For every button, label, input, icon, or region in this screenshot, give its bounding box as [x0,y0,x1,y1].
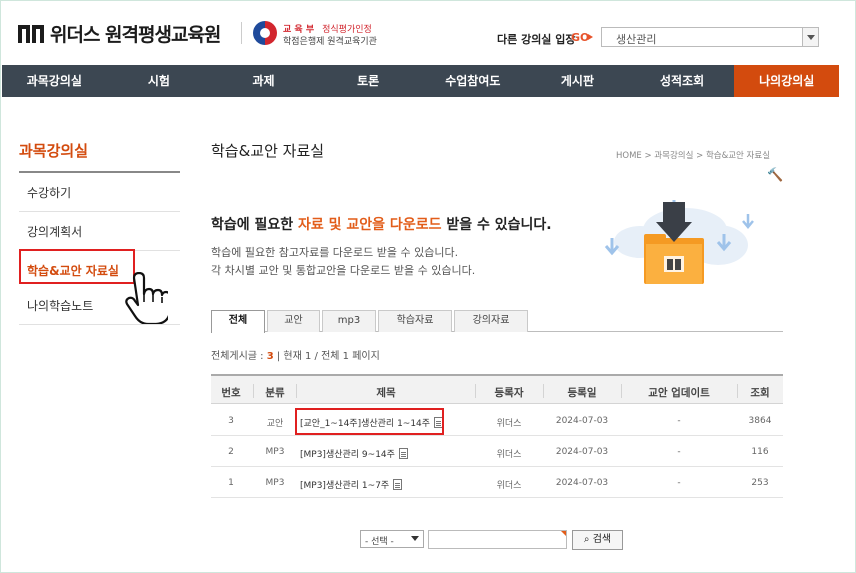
page-title: 학습&교안 자료실 [211,142,325,160]
search-button[interactable]: ⌕ 검색 [572,530,623,550]
breadcrumb: HOME > 과목강의실 > 학습&교안 자료실 [616,151,771,161]
sidebar-item-take-course[interactable]: 수강하기 [19,173,180,212]
col-category: 분류 [265,387,285,399]
go-link[interactable]: GO [571,31,589,44]
row-title: [MP3]생산관리 1~7주 [300,481,390,491]
col-author: 등록자 [494,387,524,399]
row-author: 위더스 [496,450,522,460]
file-icon[interactable] [398,448,408,459]
row-title-link[interactable]: [MP3]생산관리 9~14주 [300,447,408,460]
search-select-value: - 선택 - [365,537,394,547]
search-input[interactable] [428,530,567,549]
col-update: 교안 업데이트 [648,387,710,399]
tab-study-materials[interactable]: 학습자료 [378,310,452,332]
intro-line-1: 학습에 필요한 참고자료를 다운로드 받을 수 있습니다. [211,246,459,259]
pointer-hand-icon [125,272,168,324]
tab-mp3[interactable]: mp3 [322,310,376,332]
nav-item-board[interactable]: 게시판 [525,65,630,97]
logo-text: 위더스 원격평생교육원 [50,24,221,46]
row-views: 253 [751,478,769,488]
tab-lecture-materials[interactable]: 강의자료 [454,310,528,332]
nav-item-my-classroom[interactable]: 나의강의실 [734,65,839,97]
row-date: 2024-07-03 [555,447,609,457]
nav-item-assignment[interactable]: 과제 [211,65,316,97]
search-icon: ⌕ [583,534,590,545]
corner-mark-icon [561,531,566,536]
row-date: 2024-07-03 [555,478,609,488]
col-views: 조회 [750,387,770,399]
table-row: 1 MP3 [MP3]생산관리 1~7주 위더스 2024-07-03 - 25… [211,468,783,498]
sidebar-item-label: 수강하기 [27,186,72,200]
row-author: 위더스 [496,481,522,491]
category-tabs: 전체 교안 mp3 학습자료 강의자료 [211,310,783,333]
main-nav: 과목강의실 시험 과제 토론 수업참여도 게시판 성적조회 나의강의실 [2,65,839,97]
col-title: 제목 [376,387,396,399]
col-number: 번호 [221,387,241,399]
nav-item-discussion[interactable]: 토론 [316,65,421,97]
withus-logo-icon [18,23,44,45]
row-update: - [677,478,681,488]
row-views: 116 [751,447,769,457]
table-header: 번호 분류 제목 등록자 등록일 교안 업데이트 조회 [211,374,783,404]
row-update: - [677,416,681,426]
row-number: 3 [228,416,234,426]
table-row: 2 MP3 [MP3]생산관리 9~14주 위더스 2024-07-03 - 1… [211,437,783,467]
row-title-link[interactable]: [MP3]생산관리 1~7주 [300,478,403,491]
tab-lecture-notes[interactable]: 교안 [267,310,320,332]
sidebar-item-label: 강의계획서 [27,225,83,239]
row-views: 3864 [748,416,772,426]
row-category: MP3 [265,478,285,488]
intro-heading: 학습에 필요한 자료 및 교안을 다운로드 받을 수 있습니다. [211,214,552,234]
highlight-box-sidebar [19,249,135,284]
intro-text-b: 받을 수 있습니다. [441,217,552,233]
board-count: 3 [266,351,274,362]
sidebar-item-syllabus[interactable]: 강의계획서 [19,212,180,251]
intro-highlight: 자료 및 교안을 다운로드 [298,217,442,233]
ministry-emblem-icon [253,21,277,45]
row-title: [MP3]생산관리 9~14주 [300,450,395,460]
search-type-select[interactable]: - 선택 - [360,530,424,548]
course-select-value: 생산관리 [616,33,657,46]
nav-item-grades[interactable]: 성적조회 [630,65,735,97]
nav-item-course-room[interactable]: 과목강의실 [2,65,107,97]
intro-text-a: 학습에 필요한 [211,217,299,233]
board-info: 전체게시글 : 3 | 현재 1 / 전체 1 페이지 [211,347,380,362]
tab-all[interactable]: 전체 [211,310,265,333]
board-count-label: 전체게시글 : [211,351,267,362]
sidebar-title: 과목강의실 [19,142,89,160]
row-author: 위더스 [496,419,522,429]
row-category: MP3 [265,447,285,457]
col-date: 등록일 [567,387,597,399]
site-header: 위더스 원격평생교육원 교 육 부 정식평가인정 학점은행제 원격교육기관 다른 … [0,0,856,66]
row-date: 2024-07-03 [555,416,609,426]
highlight-box-row [295,408,444,435]
chevron-down-icon[interactable] [802,28,818,46]
download-folder-illustration [604,200,754,284]
board-page-info: | 현재 1 / 전체 1 페이지 [273,351,380,362]
chevron-down-icon [411,536,419,541]
other-course-label: 다른 강의실 입장 [497,33,576,46]
search-button-label: 검색 [592,534,612,545]
nav-item-participation[interactable]: 수업참여도 [421,65,526,97]
row-number: 1 [228,478,234,488]
sidebar-item-label: 나의학습노트 [27,299,94,313]
file-icon[interactable] [393,479,403,490]
row-update: - [677,447,681,457]
row-number: 2 [228,447,234,457]
header-divider [241,22,242,44]
course-select[interactable]: 생산관리 [601,27,819,47]
row-category: 교안 [266,419,284,429]
institution-type: 학점은행제 원격교육기관 [283,37,377,47]
intro-line-2: 각 차시별 교안 및 통합교안을 다운로드 받을 수 있습니다. [211,264,476,277]
tool-icon[interactable]: 🔨 [767,168,783,183]
nav-item-exam[interactable]: 시험 [107,65,212,97]
site-logo[interactable]: 위더스 원격평생교육원 [18,20,221,47]
go-arrow-icon [588,34,593,40]
